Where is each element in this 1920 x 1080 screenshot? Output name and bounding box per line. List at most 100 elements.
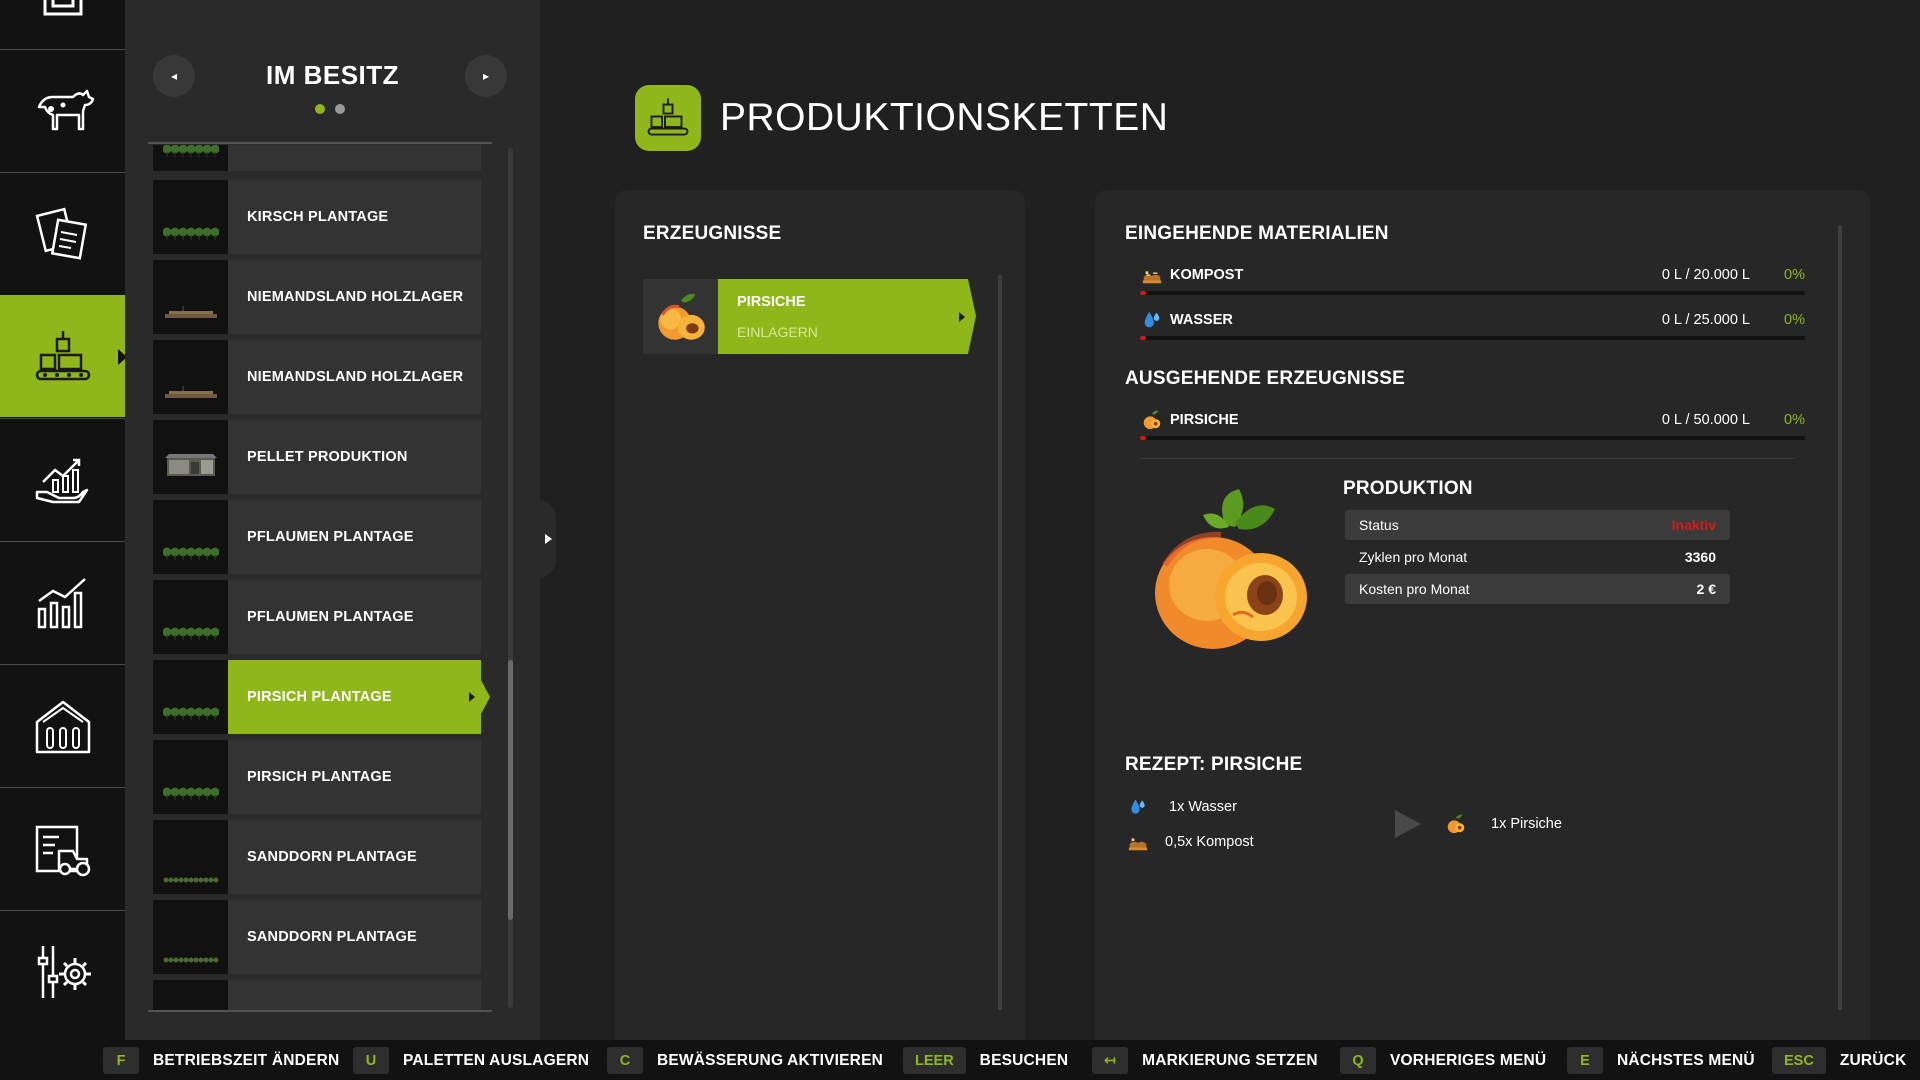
- list-item[interactable]: [153, 980, 481, 1010]
- next-page-button[interactable]: ▸: [465, 55, 507, 97]
- hint-label: ZURÜCK: [1839, 1051, 1907, 1069]
- settings-icon: [37, 945, 91, 998]
- product-item-pirsiche[interactable]: PIRSICHE EINLAGERN: [643, 279, 976, 354]
- hint-label: BESUCHEN: [979, 1051, 1069, 1069]
- production-row-status: Status Inaktiv: [1345, 510, 1730, 540]
- outgoing-heading: AUSGEHENDE ERZEUGNISSE: [1125, 368, 1405, 389]
- hint-label: BEWÄSSERUNG AKTIVIEREN: [657, 1051, 884, 1069]
- details-scrollbar[interactable]: [1838, 225, 1842, 1010]
- fill-level-bar-fill: [1140, 336, 1146, 340]
- water-drop-icon: [1125, 796, 1151, 818]
- list-item-thumbnail: [153, 180, 228, 254]
- sidebar-item-production[interactable]: [0, 295, 127, 417]
- material-percent: 0%: [1784, 312, 1805, 328]
- sidebar-item-vehicles[interactable]: [0, 787, 125, 909]
- arrow-right-icon: ▸: [482, 69, 490, 83]
- material-amount: 0 L / 20.000 L: [1661, 267, 1750, 283]
- list-item-thumbnail: [153, 260, 228, 334]
- list-item-label: KIRSCH PLANTAGE: [228, 180, 481, 254]
- hint-key: Q: [1340, 1047, 1376, 1074]
- product-info: PIRSICHE EINLAGERN: [718, 279, 968, 354]
- list-item-label: PIRSICH PLANTAGE: [228, 660, 481, 734]
- hint-7[interactable]: ESC ZURÜCK: [1772, 1047, 1906, 1074]
- peach-icon: [1140, 408, 1164, 432]
- list-item[interactable]: NIEMANDSLAND HOLZLAGER: [153, 340, 481, 414]
- list-item-label: PFLAUMEN PLANTAGE: [228, 500, 481, 574]
- production-heading: PRODUKTION: [1343, 478, 1473, 499]
- list-item-thumbnail: [153, 980, 228, 1010]
- stat-label: Zyklen pro Monat: [1359, 549, 1468, 565]
- finance-hand-icon: [35, 458, 88, 503]
- material-percent: 0%: [1784, 412, 1805, 428]
- chevron-right-icon: [544, 534, 552, 544]
- fill-level-bar: [1140, 291, 1805, 295]
- list-item[interactable]: [153, 145, 481, 171]
- cow-icon: [37, 89, 94, 130]
- product-action: EINLAGERN: [737, 323, 818, 340]
- list-item[interactable]: NIEMANDSLAND HOLZLAGER: [153, 260, 481, 334]
- recipe-output-text: 1x Pirsiche: [1491, 816, 1562, 832]
- incoming-row-wasser: WASSER 0 L / 25.000 L 0%: [1140, 308, 1805, 340]
- list-item-label: PIRSICH PLANTAGE: [228, 740, 481, 814]
- hint-2[interactable]: C BEWÄSSERUNG AKTIVIEREN: [607, 1047, 883, 1074]
- peach-icon: [1443, 813, 1469, 835]
- header-production-icon: [635, 85, 701, 151]
- hint-key: ESC: [1772, 1047, 1826, 1074]
- owned-productions-panel: ◂ IM BESITZ ▸ KIRSCH PLANTAGE NIEMANDSLAN…: [125, 0, 540, 1040]
- sidebar-item-statistics[interactable]: [0, 541, 125, 663]
- fill-level-bar: [1140, 336, 1805, 340]
- status-badge: Inaktiv: [1671, 517, 1716, 533]
- recipe-input-kompost: 0,5x Kompost: [1125, 831, 1254, 853]
- list-item-thumbnail: [153, 660, 228, 734]
- list-item[interactable]: PIRSICH PLANTAGE: [153, 660, 490, 734]
- list-item[interactable]: SANDDORN PLANTAGE: [153, 820, 481, 894]
- water-drop-icon: [1140, 308, 1164, 332]
- products-scrollbar[interactable]: [998, 275, 1002, 1010]
- statistics-icon: [37, 577, 86, 628]
- hint-3[interactable]: LEER BESUCHEN: [903, 1047, 1068, 1074]
- hint-4[interactable]: ↤ MARKIERUNG SETZEN: [1092, 1047, 1318, 1074]
- list-item[interactable]: PELLET PRODUKTION: [153, 420, 481, 494]
- hint-key: ↤: [1092, 1047, 1129, 1074]
- stat-label: Kosten pro Monat: [1359, 581, 1470, 597]
- list-item[interactable]: KIRSCH PLANTAGE: [153, 180, 481, 254]
- recipe-heading: REZEPT: PIRSICHE: [1125, 754, 1303, 775]
- hint-key: C: [607, 1047, 643, 1074]
- recipe-arrow-icon: [1395, 810, 1421, 838]
- stat-value: 2 €: [1696, 581, 1716, 597]
- input-hints-bar: F BETRIEBSZEIT ÄNDERN U PALETTEN AUSLAGERN C…: [0, 1040, 1920, 1080]
- hint-key: U: [353, 1047, 389, 1074]
- collapse-panel-button[interactable]: [538, 500, 556, 578]
- production-icon: [647, 98, 689, 136]
- sidebar-item-top[interactable]: [0, 0, 125, 48]
- hint-key: E: [1567, 1047, 1603, 1074]
- list-item-label: [228, 145, 481, 171]
- list-scrollbar-thumb[interactable]: [508, 660, 513, 920]
- sidebar-item-animals[interactable]: [0, 49, 125, 171]
- stat-value: 3360: [1684, 549, 1716, 565]
- list-item[interactable]: PFLAUMEN PLANTAGE: [153, 580, 481, 654]
- list-item[interactable]: SANDDORN PLANTAGE: [153, 900, 481, 974]
- fill-level-bar-fill: [1140, 291, 1146, 295]
- page-dot-1[interactable]: [315, 104, 325, 114]
- sidebar-item-finances[interactable]: [0, 418, 125, 540]
- material-amount: 0 L / 25.000 L: [1661, 312, 1750, 328]
- list-divider-top: [148, 142, 492, 144]
- hint-0[interactable]: F BETRIEBSZEIT ÄNDERN: [103, 1047, 339, 1074]
- sidebar-item-husbandry[interactable]: [0, 664, 125, 786]
- list-item[interactable]: PFLAUMEN PLANTAGE: [153, 500, 481, 574]
- hint-5[interactable]: Q VORHERIGES MENÜ: [1340, 1047, 1546, 1074]
- hint-6[interactable]: E NÄCHSTES MENÜ: [1567, 1047, 1755, 1074]
- list-item-thumbnail: [153, 340, 228, 414]
- list-item-thumbnail: [153, 900, 228, 974]
- list-item-label: SANDDORN PLANTAGE: [228, 820, 481, 894]
- compost-icon: [1125, 831, 1151, 853]
- material-name: PIRSICHE: [1170, 412, 1239, 428]
- hint-1[interactable]: U PALETTEN AUSLAGERN: [353, 1047, 589, 1074]
- sidebar-item-settings[interactable]: [0, 910, 125, 1032]
- sidebar-item-contracts[interactable]: [0, 172, 125, 294]
- hint-label: VORHERIGES MENÜ: [1390, 1051, 1547, 1069]
- list-item[interactable]: PIRSICH PLANTAGE: [153, 740, 481, 814]
- page-dot-2[interactable]: [335, 104, 345, 114]
- list-item-label: PELLET PRODUKTION: [228, 420, 481, 494]
